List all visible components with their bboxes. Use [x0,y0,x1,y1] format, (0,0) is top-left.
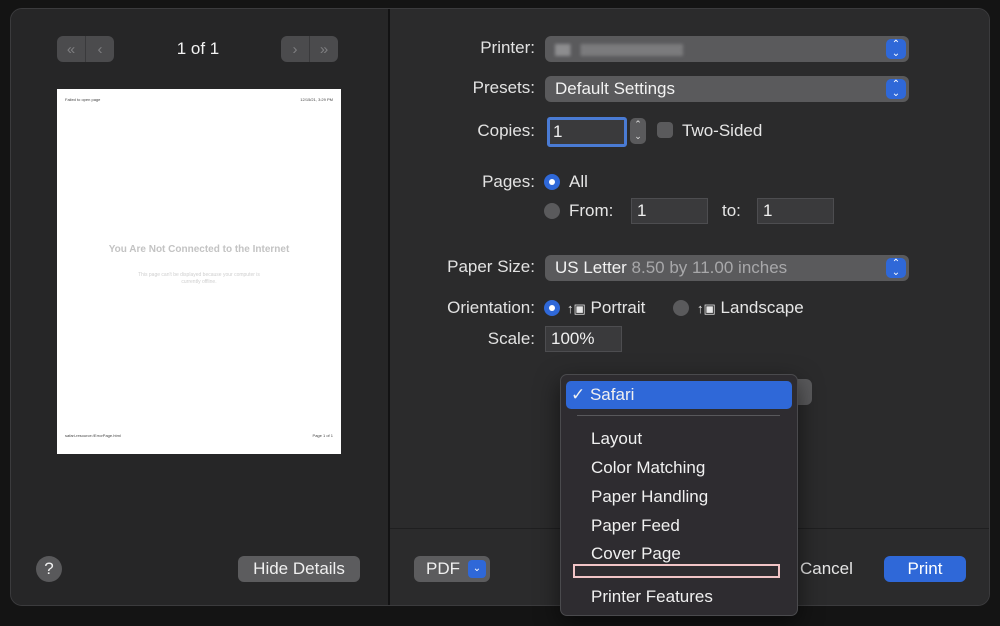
previous-page-icon[interactable]: ‹ [85,36,114,62]
pages-all-radio[interactable] [544,174,560,190]
preview-header-left: Failed to open page [65,97,101,102]
two-sided-checkbox[interactable] [657,122,673,138]
next-page-icon[interactable]: › [281,36,309,62]
pages-range-radio[interactable] [544,203,560,219]
page-count: 1 of 1 [176,39,220,58]
pdf-menu-button[interactable]: PDF ⌄ [414,556,490,582]
pages-to-input[interactable]: 1 [757,198,834,224]
portrait-radio[interactable] [544,300,560,316]
pdf-label: PDF [426,559,460,578]
copies-stepper[interactable]: ⌃ ⌄ [630,118,646,144]
hide-details-button[interactable]: Hide Details [238,556,360,582]
menu-separator [577,415,780,416]
copies-input[interactable]: 1 [547,117,627,147]
printer-select[interactable]: ⌃ ⌄ [545,36,909,62]
help-button[interactable]: ? [36,556,62,582]
page-preview: Failed to open page 12/15/21, 3:29 PM Yo… [57,89,341,454]
preview-message-body: This page can't be displayed because you… [138,272,260,285]
pages-from-input[interactable]: 1 [631,198,708,224]
menu-item-paper-handling[interactable]: Paper Handling [566,483,792,511]
cancel-button[interactable]: Cancel [800,559,853,579]
two-sided-label: Two-Sided [682,121,763,140]
last-page-icon[interactable]: » [309,36,338,62]
printer-label: Printer: [480,38,535,57]
portrait-label: Portrait [590,298,646,317]
scale-label: Scale: [487,329,535,348]
pages-label: Pages: [482,172,535,191]
preview-footer-right: Page 1 of 1 [312,433,333,438]
preview-message-title: You Are Not Connected to the Internet [108,244,290,255]
chevron-down-icon: ⌄ [468,560,486,578]
paper-size-detail: 8.50 by 11.00 inches [631,258,788,277]
menu-item-color-matching[interactable]: Color Matching [566,454,792,482]
presets-value: Default Settings [555,79,676,98]
updown-chevron-icon: ⌃ ⌄ [886,258,906,278]
section-popup-menu: ✓ Safari Layout Color Matching Paper Han… [560,374,798,616]
portrait-option: ↑▣ Portrait [567,298,645,318]
preview-pane: « ‹ 1 of 1 › » Failed to open page 12/15… [11,9,390,605]
updown-chevron-icon: ⌃ ⌄ [886,79,906,99]
first-page-icon[interactable]: « [57,36,85,62]
printer-name-redacted [555,43,683,56]
menu-item-layout[interactable]: Layout [566,425,792,453]
next-page-controls: › » [281,36,338,62]
paper-size-label: Paper Size: [447,257,535,276]
menu-item-printer-features[interactable]: Printer Features [566,583,792,611]
updown-chevron-icon: ⌃ ⌄ [886,39,906,59]
orientation-label: Orientation: [447,298,535,317]
print-button[interactable]: Print [884,556,966,582]
preview-footer-left: safari-resource:/ErrorPage.html [65,433,121,438]
copies-label: Copies: [477,121,535,140]
print-dialog: « ‹ 1 of 1 › » Failed to open page 12/15… [10,8,990,606]
landscape-label: Landscape [720,298,804,317]
scale-input[interactable]: 100% [545,326,622,352]
pages-to-label: to: [722,201,741,220]
portrait-icon: ↑▣ [567,301,586,316]
checkmark-icon: ✓ [571,385,590,404]
pages-from-label: From: [569,201,614,220]
menu-item-paper-feed[interactable]: Paper Feed [566,512,792,540]
presets-label: Presets: [472,78,535,97]
menu-item-safari[interactable]: ✓ Safari [566,381,792,409]
menu-item-safari-label: Safari [589,385,635,404]
highlighted-empty-item[interactable] [573,564,780,578]
paper-size-select[interactable]: US Letter 8.50 by 11.00 inches ⌃ ⌄ [545,255,909,281]
pages-all-label: All [569,172,588,191]
prev-page-controls: « ‹ [57,36,114,62]
landscape-option: ↑▣ Landscape [697,298,804,318]
landscape-radio[interactable] [673,300,689,316]
presets-select[interactable]: Default Settings ⌃ ⌄ [545,76,909,102]
landscape-icon: ↑▣ [697,301,716,316]
preview-header-right: 12/15/21, 3:29 PM [300,97,333,102]
paper-size-value: US Letter [555,258,627,277]
